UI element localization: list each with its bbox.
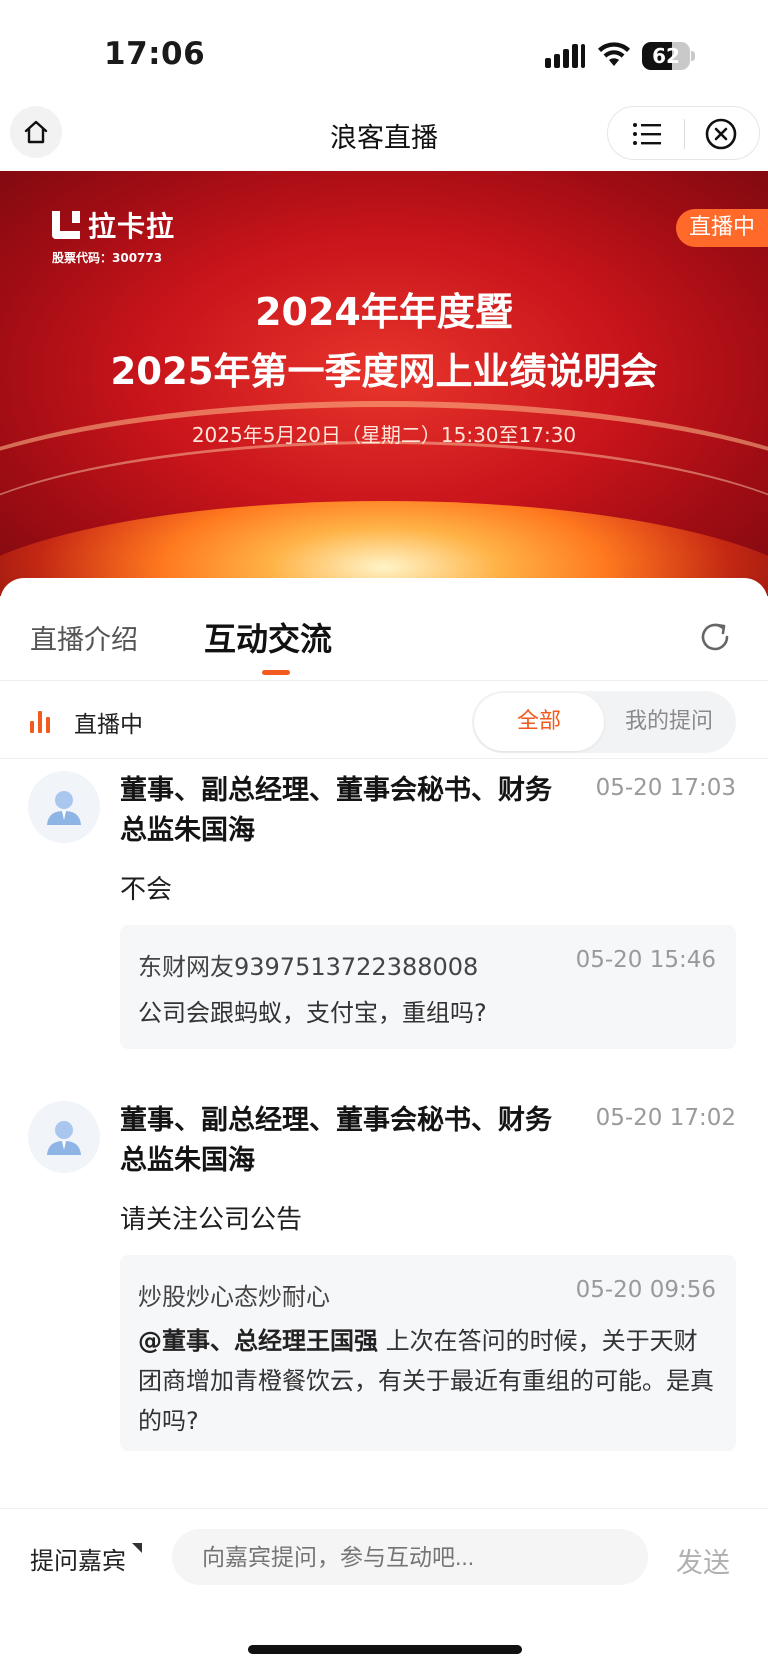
avatar (28, 771, 100, 843)
battery-icon: 62 (642, 42, 695, 70)
question-input[interactable] (172, 1529, 648, 1585)
mini-program-capsule (607, 106, 760, 160)
lakala-logo-icon (52, 211, 80, 239)
nav-bar: 浪客直播 (0, 106, 768, 170)
banner-title-line2: 2025年第一季度网上业绩说明会 (110, 350, 658, 393)
home-indicator[interactable] (248, 1645, 522, 1654)
battery-level: 62 (652, 44, 680, 68)
answer-text: 不会 (120, 875, 173, 905)
qa-item: 董事、副总经理、董事会秘书、财务总监朱国海 05-20 17:03 不会 东财网… (0, 759, 768, 1089)
content-panel: 直播介绍 互动交流 直播中 全部 我的提问 董事、副总经理、董事会秘书、财务总监… (0, 578, 768, 1669)
answerer-name: 董事、副总经理、董事会秘书、财务总监朱国海 (120, 775, 552, 846)
question-mention: @董事、总经理王国强 (138, 1327, 378, 1355)
filter-my-questions-button[interactable]: 我的提问 (604, 693, 734, 751)
answer-text: 请关注公司公告 (120, 1205, 303, 1235)
answerer-name: 董事、副总经理、董事会秘书、财务总监朱国海 (120, 1105, 552, 1176)
qa-feed[interactable]: 董事、副总经理、董事会秘书、财务总监朱国海 05-20 17:03 不会 东财网… (0, 759, 768, 1489)
status-time: 17:06 (104, 36, 206, 72)
filter-bar: 直播中 全部 我的提问 (0, 681, 768, 759)
question-text: @董事、总经理王国强 上次在答问的时候，关于天财团商增加青橙餐饮云，有关于最近有… (138, 1321, 718, 1441)
brand-name: 拉卡拉 (88, 210, 176, 243)
question-body: 公司会跟蚂蚁，支付宝，重组吗? (138, 999, 487, 1027)
ask-guest-selector[interactable]: 提问嘉宾 (30, 1541, 126, 1576)
question-filter-toggle: 全部 我的提问 (472, 691, 736, 753)
banner-datetime: 2025年5月20日（星期二）15:30至17:30 (191, 423, 577, 447)
banner-title-line1: 2024年年度暨 (255, 290, 513, 334)
question-time: 05-20 09:56 (575, 1277, 716, 1303)
filter-all-button[interactable]: 全部 (474, 693, 604, 751)
menu-list-icon[interactable] (632, 120, 662, 148)
wifi-icon (598, 42, 630, 66)
question-user: 炒股炒心态炒耐心 (138, 1283, 330, 1311)
send-button[interactable]: 发送 (676, 1541, 730, 1580)
answer-time: 05-20 17:02 (595, 1105, 736, 1131)
tab-bar: 直播介绍 互动交流 (0, 578, 768, 681)
capsule-divider (684, 119, 685, 149)
question-card: 东财网友9397513722388008 05-20 15:46 公司会跟蚂蚁，… (120, 925, 736, 1049)
status-bar: 17:06 62 (0, 0, 768, 106)
question-user: 东财网友9397513722388008 (138, 953, 479, 981)
question-text: 公司会跟蚂蚁，支付宝，重组吗? (138, 993, 718, 1033)
tab-interaction[interactable]: 互动交流 (204, 614, 332, 660)
live-status: 直播中 (30, 705, 143, 739)
live-status-text: 直播中 (74, 712, 143, 738)
brand-logo: 拉卡拉 股票代码：300773 (52, 205, 175, 266)
question-card: 炒股炒心态炒耐心 05-20 09:56 @董事、总经理王国强 上次在答问的时候… (120, 1255, 736, 1451)
user-avatar-icon (47, 1121, 81, 1155)
live-bars-icon (30, 711, 52, 733)
cellular-signal-icon (545, 44, 585, 68)
user-avatar-icon (47, 791, 81, 825)
avatar (28, 1101, 100, 1173)
tab-live-intro[interactable]: 直播介绍 (30, 618, 138, 657)
active-tab-indicator (262, 670, 290, 675)
live-badge: 直播中 (676, 209, 768, 247)
refresh-icon[interactable] (696, 618, 734, 656)
close-icon[interactable] (704, 117, 738, 151)
qa-item: 董事、副总经理、董事会秘书、财务总监朱国海 05-20 17:02 请关注公司公… (0, 1089, 768, 1489)
question-time: 05-20 15:46 (575, 947, 716, 973)
question-input-bar: 提问嘉宾 发送 (0, 1508, 768, 1598)
answer-time: 05-20 17:03 (595, 775, 736, 801)
stock-code: 股票代码：300773 (52, 251, 163, 265)
live-banner[interactable]: 拉卡拉 股票代码：300773 直播中 2024年年度暨 2025年第一季度网上… (0, 171, 768, 596)
dropdown-corner-icon (132, 1543, 142, 1553)
